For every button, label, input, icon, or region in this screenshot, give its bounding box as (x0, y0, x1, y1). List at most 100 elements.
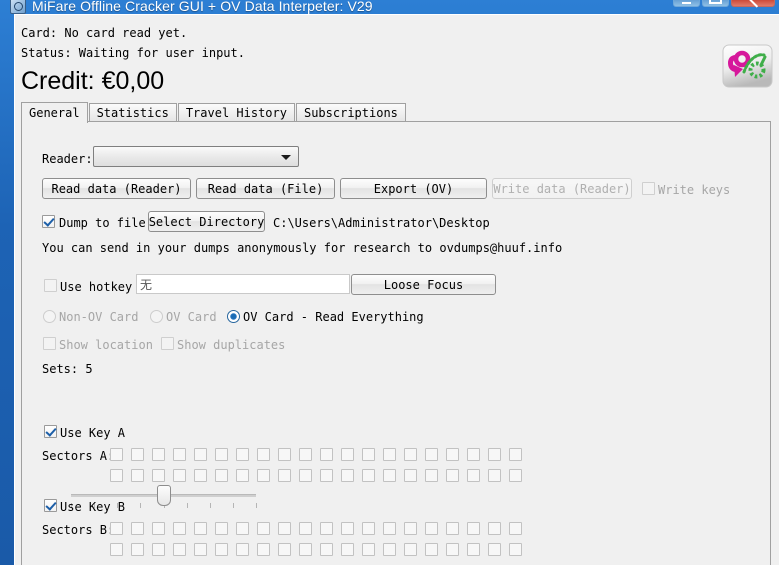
sector-b-checkbox[interactable] (488, 543, 501, 556)
sector-b-checkbox[interactable] (362, 522, 375, 535)
hotkey-input[interactable]: 无 (136, 274, 350, 294)
sector-a-checkbox[interactable] (131, 448, 144, 461)
sector-b-checkbox[interactable] (152, 522, 165, 535)
reader-dropdown[interactable] (93, 146, 299, 167)
sector-b-checkbox[interactable] (278, 522, 291, 535)
sector-b-checkbox[interactable] (278, 543, 291, 556)
sector-a-checkbox[interactable] (509, 448, 522, 461)
sector-a-checkbox[interactable] (215, 448, 228, 461)
sector-b-checkbox[interactable] (362, 543, 375, 556)
sector-b-checkbox[interactable] (173, 522, 186, 535)
sector-a-checkbox[interactable] (362, 448, 375, 461)
sector-b-checkbox[interactable] (383, 543, 396, 556)
sector-a-checkbox[interactable] (404, 448, 417, 461)
sector-b-checkbox[interactable] (425, 543, 438, 556)
sector-b-checkbox[interactable] (110, 522, 123, 535)
sector-a-checkbox[interactable] (446, 469, 459, 482)
dump-to-file-checkbox[interactable] (42, 215, 55, 228)
show-location-checkbox[interactable] (43, 337, 56, 350)
sector-b-checkbox[interactable] (488, 522, 501, 535)
sector-a-checkbox[interactable] (194, 448, 207, 461)
sector-a-checkbox[interactable] (488, 448, 501, 461)
sector-b-checkbox[interactable] (110, 543, 123, 556)
radio-ov-card[interactable] (150, 310, 163, 323)
sector-a-checkbox[interactable] (278, 469, 291, 482)
sector-a-checkbox[interactable] (383, 448, 396, 461)
sector-b-checkbox[interactable] (383, 522, 396, 535)
sector-b-checkbox[interactable] (509, 522, 522, 535)
use-key-a-checkbox[interactable] (44, 425, 57, 438)
radio-non-ov-card[interactable] (43, 310, 56, 323)
sector-b-checkbox[interactable] (257, 522, 270, 535)
sector-b-checkbox[interactable] (341, 543, 354, 556)
sector-b-checkbox[interactable] (467, 522, 480, 535)
sector-a-checkbox[interactable] (425, 469, 438, 482)
sector-a-checkbox[interactable] (446, 448, 459, 461)
sector-b-checkbox[interactable] (446, 522, 459, 535)
select-directory-button[interactable]: Select Directory (148, 211, 265, 232)
read-data-file-button[interactable]: Read data (File) (196, 178, 335, 199)
sector-b-checkbox[interactable] (215, 543, 228, 556)
use-key-b-checkbox[interactable] (44, 499, 57, 512)
sets-slider-thumb[interactable] (157, 485, 171, 506)
read-data-reader-button[interactable]: Read data (Reader) (42, 178, 191, 199)
sector-a-checkbox[interactable] (131, 469, 144, 482)
sector-a-checkbox[interactable] (257, 448, 270, 461)
tab-travel-history[interactable]: Travel History (177, 103, 295, 122)
sector-a-checkbox[interactable] (488, 469, 501, 482)
sector-b-checkbox[interactable] (131, 522, 144, 535)
sector-a-checkbox[interactable] (257, 469, 270, 482)
sector-a-checkbox[interactable] (215, 469, 228, 482)
sector-b-checkbox[interactable] (425, 522, 438, 535)
sector-b-checkbox[interactable] (299, 543, 312, 556)
export-ov-button[interactable]: Export (OV) (340, 178, 487, 199)
sector-b-checkbox[interactable] (173, 543, 186, 556)
sector-a-checkbox[interactable] (467, 469, 480, 482)
close-button[interactable] (731, 0, 775, 8)
sector-a-checkbox[interactable] (152, 469, 165, 482)
sector-b-checkbox[interactable] (446, 543, 459, 556)
sector-b-checkbox[interactable] (320, 522, 333, 535)
sector-b-checkbox[interactable] (194, 522, 207, 535)
use-hotkey-checkbox[interactable] (44, 279, 57, 292)
sector-b-checkbox[interactable] (131, 543, 144, 556)
sector-b-checkbox[interactable] (236, 543, 249, 556)
sector-b-checkbox[interactable] (152, 543, 165, 556)
sector-b-checkbox[interactable] (299, 522, 312, 535)
sector-a-checkbox[interactable] (341, 469, 354, 482)
sector-a-checkbox[interactable] (236, 469, 249, 482)
sector-a-checkbox[interactable] (404, 469, 417, 482)
sector-b-checkbox[interactable] (467, 543, 480, 556)
show-duplicates-checkbox[interactable] (161, 337, 174, 350)
sector-b-checkbox[interactable] (404, 543, 417, 556)
sector-b-checkbox[interactable] (236, 522, 249, 535)
sector-a-checkbox[interactable] (278, 448, 291, 461)
radio-ov-card-read-everything[interactable] (227, 310, 240, 323)
write-keys-checkbox[interactable] (642, 182, 655, 195)
sector-b-checkbox[interactable] (404, 522, 417, 535)
sector-a-checkbox[interactable] (320, 469, 333, 482)
sector-a-checkbox[interactable] (110, 448, 123, 461)
sector-a-checkbox[interactable] (299, 469, 312, 482)
sector-a-checkbox[interactable] (236, 448, 249, 461)
sector-b-checkbox[interactable] (215, 522, 228, 535)
sector-a-checkbox[interactable] (152, 448, 165, 461)
sector-a-checkbox[interactable] (362, 469, 375, 482)
sector-b-checkbox[interactable] (194, 543, 207, 556)
tab-general[interactable]: General (21, 102, 88, 123)
sector-b-checkbox[interactable] (257, 543, 270, 556)
sector-a-checkbox[interactable] (425, 448, 438, 461)
sector-b-checkbox[interactable] (341, 522, 354, 535)
sector-a-checkbox[interactable] (467, 448, 480, 461)
sector-a-checkbox[interactable] (320, 448, 333, 461)
sector-a-checkbox[interactable] (383, 469, 396, 482)
tab-subscriptions[interactable]: Subscriptions (295, 103, 406, 122)
sector-a-checkbox[interactable] (341, 448, 354, 461)
sector-a-checkbox[interactable] (173, 469, 186, 482)
sector-b-checkbox[interactable] (320, 543, 333, 556)
maximize-button[interactable] (702, 0, 729, 7)
sector-a-checkbox[interactable] (173, 448, 186, 461)
write-data-reader-button[interactable]: Write data (Reader) (492, 178, 632, 199)
loose-focus-button[interactable]: Loose Focus (351, 274, 496, 295)
sector-a-checkbox[interactable] (299, 448, 312, 461)
